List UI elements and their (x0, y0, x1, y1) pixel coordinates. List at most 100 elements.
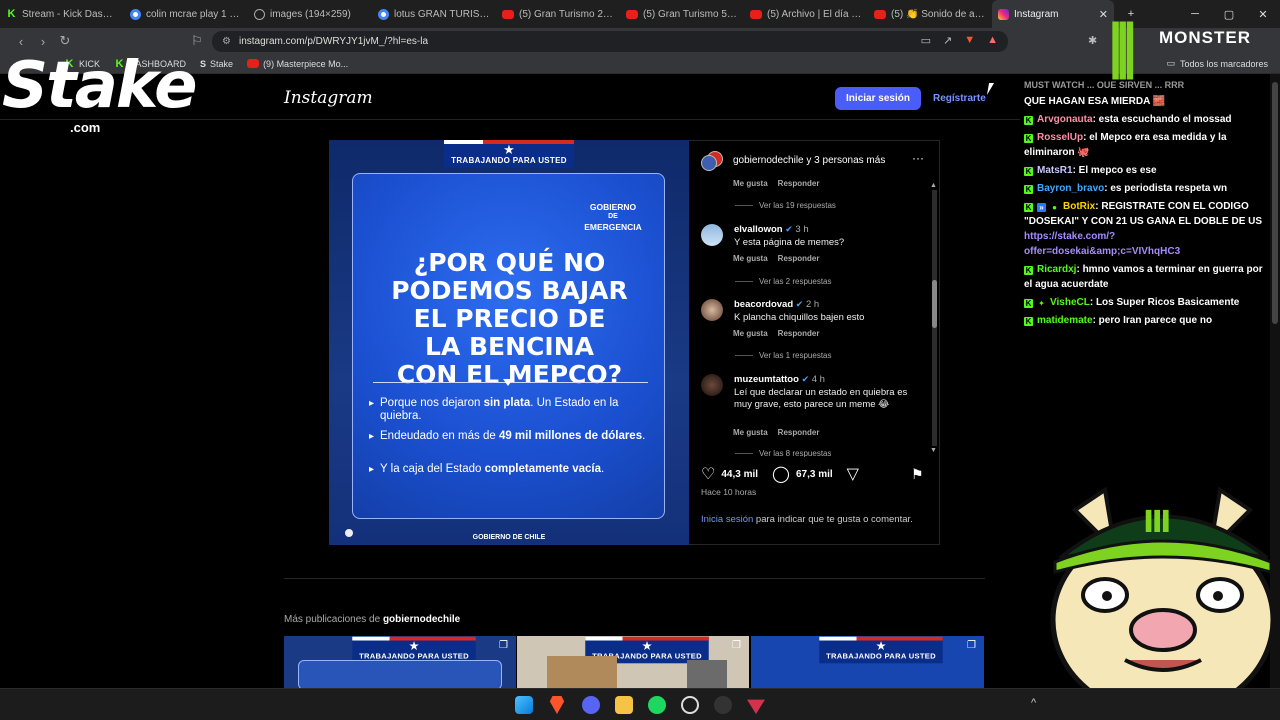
view-replies[interactable]: Ver las 19 respuestas (735, 201, 836, 210)
bullet-text: Porque nos dejaron (380, 397, 484, 409)
cast-icon[interactable]: ▭ (921, 34, 931, 47)
kick-badge-icon: K (1024, 266, 1033, 275)
tab-sonido[interactable]: (5) 👏 Sonido de apla (868, 0, 992, 28)
like-comment-link[interactable]: Me gusta (733, 329, 768, 338)
like-comment-link[interactable]: Me gusta (733, 179, 768, 188)
discord-icon[interactable] (582, 696, 600, 714)
bookmark-save-icon[interactable]: ⚑ (911, 466, 924, 483)
valorant-icon[interactable] (747, 699, 765, 714)
reply-link[interactable]: Responder (778, 428, 820, 437)
bookmark-masterpiece[interactable]: (9) Masterpiece Mo... (247, 59, 348, 69)
view-replies-label: Ver las 8 respuestas (759, 449, 832, 457)
comment-icon[interactable]: ◯ (772, 464, 790, 484)
tab-colin-mcrae[interactable]: colin mcrae play 1 - B (124, 0, 248, 28)
url-bar[interactable]: ⚙ instagram.com/p/DWRYJY1jvM_/?hl=es-la … (212, 31, 1008, 52)
comment-time: 4 h (811, 374, 825, 385)
brave-rewards-icon[interactable]: ▲ (987, 34, 998, 47)
back-icon[interactable]: ‹ (10, 34, 32, 49)
chat-message: K RosselUp: el Mepco era esa medida y la … (1024, 130, 1264, 160)
chat-username[interactable]: Arvgonauta (1037, 114, 1093, 125)
app-icon[interactable] (714, 696, 732, 714)
chat-link[interactable]: https://stake.com/?offer=dosekai&amp;c=V… (1024, 231, 1180, 257)
post-author[interactable]: gobiernodechile y 3 personas más (733, 155, 885, 166)
divider (284, 578, 985, 579)
scroll-up-icon[interactable]: ▲ (930, 182, 937, 189)
view-replies[interactable]: Ver las 1 respuestas (735, 351, 831, 360)
tab-archivo[interactable]: (5) Archivo | El día en (744, 0, 868, 28)
chat-username[interactable]: Ricardxj (1037, 264, 1076, 275)
windows-start-icon[interactable] (515, 696, 533, 714)
post-thumbnail[interactable]: ★ TRABAJANDO PARA USTED ❐ (517, 636, 749, 688)
avatar[interactable] (701, 374, 723, 396)
more-options-icon[interactable]: ··· (912, 151, 924, 165)
verified-icon: ✔ (785, 224, 793, 234)
view-replies-label: Ver las 1 respuestas (759, 351, 832, 360)
bullet-text: . (642, 430, 646, 442)
author-avatars[interactable] (701, 151, 725, 171)
reply-link[interactable]: Responder (778, 329, 820, 338)
headline-line: LA BENCINA (425, 332, 594, 361)
chat-text: : esta escuchando el mossad (1092, 114, 1232, 125)
tab-kick-dashboard[interactable]: K Stream - Kick Dashbo (0, 0, 124, 28)
chat-username[interactable]: BotRix (1063, 201, 1095, 212)
avatar[interactable] (701, 224, 723, 246)
reply-link[interactable]: Responder (778, 179, 820, 188)
site-info-icon[interactable]: ⚙ (222, 36, 231, 47)
kick-badge-icon: K (1024, 116, 1033, 125)
like-comment-link[interactable]: Me gusta (733, 254, 768, 263)
web-icon (254, 8, 265, 20)
chat-username[interactable]: RosselUp (1037, 132, 1083, 143)
bookmark-icon[interactable]: ⚐ (186, 33, 208, 49)
like-comment-link[interactable]: Me gusta (733, 428, 768, 437)
chat-username[interactable]: MatsR1 (1037, 165, 1073, 176)
chat-username[interactable]: Bayron_bravo (1037, 183, 1104, 194)
tab-images[interactable]: images (194×259) (248, 0, 372, 28)
instagram-logo[interactable]: Instagram (284, 88, 373, 108)
bookmark-stake[interactable]: S Stake (200, 59, 233, 69)
sparkle-badge-icon: ✦ (1038, 299, 1045, 308)
post-thumbnail[interactable]: ★ TRABAJANDO PARA USTED ❐ (284, 636, 516, 688)
chevron-up-icon[interactable]: ^ (1031, 697, 1036, 709)
forward-icon[interactable]: › (32, 34, 54, 49)
comments-scrollbar[interactable]: ▲ ▼ (929, 182, 939, 456)
comment-username[interactable]: beacordovad (734, 299, 793, 310)
obs-icon[interactable] (681, 696, 699, 714)
reload-icon[interactable]: ↻ (54, 33, 76, 49)
chat-username[interactable]: matidemate (1037, 315, 1093, 326)
comment-username[interactable]: muzeumtattoo (734, 374, 799, 385)
login-link[interactable]: Inicia sesión (701, 514, 753, 525)
tab-gt2[interactable]: (5) Gran Turismo 2 — (496, 0, 620, 28)
spotify-icon[interactable] (648, 696, 666, 714)
post-thumbnail[interactable]: ★ TRABAJANDO PARA USTED ❐ (751, 636, 984, 688)
google-icon (378, 8, 389, 20)
file-explorer-icon[interactable] (615, 696, 633, 714)
stake-logo: Stake (2, 49, 198, 123)
brave-browser-icon[interactable] (549, 696, 565, 714)
heart-icon[interactable]: ♡ (701, 464, 715, 484)
tab-label: (5) Gran Turismo 5 - F (643, 8, 738, 20)
post-bullet: Porque nos dejaron sin plata. Un Estado … (369, 397, 650, 423)
tab-lotus[interactable]: lotus GRAN TURISMO (372, 0, 496, 28)
more-posts-username[interactable]: gobiernodechile (383, 614, 460, 625)
post-image[interactable]: ★ TRABAJANDO PARA USTED GOBIERNO DE EMER… (329, 140, 689, 545)
tab-gt5[interactable]: (5) Gran Turismo 5 - F (620, 0, 744, 28)
headline-line: ¿POR QUÉ NO (413, 248, 606, 277)
more-posts-label: Más publicaciones de (284, 614, 383, 625)
view-replies[interactable]: Ver las 8 respuestas (735, 449, 831, 457)
monster-wordmark: MONSTER (1159, 28, 1251, 47)
brave-shield-icon[interactable]: ▼ (964, 34, 975, 47)
share-icon[interactable]: ▽ (847, 464, 859, 484)
reply-link[interactable]: Responder (778, 254, 820, 263)
post-time: Hace 10 horas (701, 487, 757, 497)
scroll-down-icon[interactable]: ▼ (930, 447, 937, 454)
comment-username[interactable]: elvallowon (734, 224, 783, 235)
avatar[interactable] (701, 299, 723, 321)
view-replies[interactable]: Ver las 2 respuestas (735, 277, 831, 286)
chat-username[interactable]: VisheCL (1050, 297, 1090, 308)
login-button[interactable]: Iniciar sesión (835, 87, 921, 110)
share-icon[interactable]: ↗ (943, 34, 952, 47)
chat-text: QUE HAGAN ESA MIERDA 🧱 (1024, 96, 1166, 107)
chat-message: K » ● BotRix: REGISTRATE CON EL CODIGO "DOS… (1024, 199, 1264, 259)
bullet-bold: completamente vacía (484, 463, 601, 475)
signup-link[interactable]: Regístrarte (933, 93, 986, 104)
